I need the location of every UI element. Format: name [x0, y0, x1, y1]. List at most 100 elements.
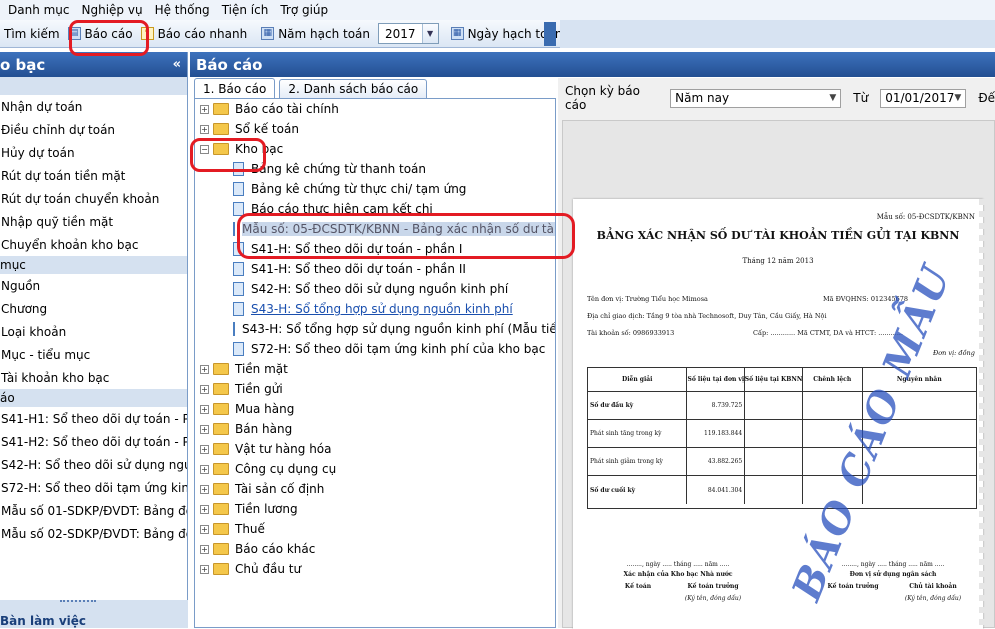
tree-node-kho-bac[interactable]: − Kho bạc — [195, 139, 555, 159]
resize-grip[interactable] — [60, 600, 96, 604]
tree-node[interactable]: + Báo cáo khác — [195, 539, 555, 559]
chevron-down-icon: ▼ — [829, 93, 837, 103]
tree-node[interactable]: + Sổ kế toán — [195, 119, 555, 139]
document-icon — [233, 262, 244, 276]
tree-node[interactable]: + Công cụ dụng cụ — [195, 459, 555, 479]
expand-icon[interactable]: + — [200, 404, 209, 414]
menu-danh-muc[interactable]: Danh mục — [8, 3, 70, 17]
expand-icon[interactable]: + — [200, 504, 209, 514]
tree-node[interactable]: + Tài sản cố định — [195, 479, 555, 499]
nav-item[interactable]: S41-H2: Sổ theo dõi dự toán - Phầ... — [0, 430, 187, 453]
nav-item[interactable]: Mẫu số 02-SDKP/ĐVDT: Bảng đối... — [0, 522, 187, 545]
nav-item[interactable]: S72-H: Sổ theo dõi tạm ứng kinh p... — [0, 476, 187, 499]
nav-item[interactable]: Chương — [0, 297, 187, 320]
search-button[interactable]: Tìm kiếm — [0, 22, 64, 46]
tree-node[interactable]: + Báo cáo tài chính — [195, 99, 555, 119]
date-left: ........, ngày ..... tháng ..... năm ...… — [626, 561, 730, 568]
table-row: Phát sinh giảm trong kỳ 43.882.265 — [588, 448, 976, 476]
nav-item[interactable]: S42-H: Sổ theo dõi sử dụng nguồn... — [0, 453, 187, 476]
tree-node[interactable]: + Chủ đầu tư — [195, 559, 555, 579]
document-icon — [233, 182, 244, 196]
menu-nghiep-vu[interactable]: Nghiệp vụ — [82, 3, 143, 17]
report-preview-panel: Chọn kỳ báo cáo Năm nay ▼ Từ 01/01/2017 ▼ … — [558, 78, 995, 629]
account-number: Tài khoản số: 0986933913 — [587, 329, 675, 337]
collapse-chevron-icon[interactable]: « — [173, 57, 181, 72]
report-button[interactable]: ▤ Báo cáo — [64, 22, 137, 46]
tree-node[interactable]: + Bán hàng — [195, 419, 555, 439]
tree-leaf[interactable]: S72-H: Sổ theo dõi tạm ứng kinh phí của … — [195, 339, 555, 359]
expand-icon[interactable]: + — [200, 104, 209, 114]
from-date-field[interactable]: 01/01/2017 ▼ — [880, 88, 967, 108]
nav-item[interactable]: Mục - tiểu mục — [0, 343, 187, 366]
chevron-down-icon: ▼ — [954, 93, 962, 103]
nav-item[interactable]: Điều chỉnh dự toán — [0, 118, 187, 141]
tree-leaf[interactable]: S43-H: Sổ tổng hợp sử dụng nguồn kinh ph… — [195, 319, 555, 339]
nav-item[interactable]: Mẫu số 01-SDKP/ĐVDT: Bảng đối... — [0, 499, 187, 522]
menu-tro-giup[interactable]: Trợ giúp — [280, 3, 328, 17]
expand-icon[interactable]: + — [200, 564, 209, 574]
expand-icon[interactable]: + — [200, 124, 209, 134]
tab-report-list[interactable]: 2. Danh sách báo cáo — [279, 79, 428, 98]
tree-leaf[interactable]: Bảng kê chứng từ thực chi/ tạm ứng — [195, 179, 555, 199]
nav-item[interactable]: Rút dự toán tiền mặt — [0, 164, 187, 187]
tree-node[interactable]: + Tiền mặt — [195, 359, 555, 379]
tree-node[interactable]: + Tiền lương — [195, 499, 555, 519]
group-header[interactable]: áo — [0, 389, 187, 407]
folder-icon — [213, 543, 229, 555]
tree-node[interactable]: + Vật tư hàng hóa — [195, 439, 555, 459]
to-label: Đế — [978, 91, 995, 105]
tree-node[interactable]: + Thuế — [195, 519, 555, 539]
confirm-right: Đơn vị sử dụng ngân sách — [849, 571, 937, 578]
tree-leaf-hover[interactable]: S43-H: Sổ tổng hợp sử dụng nguồn kinh ph… — [195, 299, 555, 319]
tree-leaf[interactable]: Bảng kê chứng từ thanh toán — [195, 159, 555, 179]
tree-leaf[interactable]: S41-H: Sổ theo dõi dự toán - phần I — [195, 239, 555, 259]
balance-table: Diễn giải Số liệu tại đơn vị Số liệu tại… — [587, 367, 977, 509]
report-preview[interactable]: Mẫu số: 05-ĐCSDTK/KBNN BẢNG XÁC NHẬN SỐ … — [562, 120, 995, 629]
expand-icon[interactable]: + — [200, 544, 209, 554]
tree-leaf-selected[interactable]: Mẫu số: 05-ĐCSDTK/KBNN - Bảng xác nhận s… — [195, 219, 555, 239]
nav-item[interactable]: Nhận dự toán — [0, 95, 187, 118]
folder-icon — [213, 523, 229, 535]
tree-leaf[interactable]: Báo cáo thực hiện cam kết chi — [195, 199, 555, 219]
expand-icon[interactable]: + — [200, 444, 209, 454]
tree-node[interactable]: + Tiền gửi — [195, 379, 555, 399]
confirm-left: Xác nhận của Kho bạc Nhà nước — [623, 571, 733, 578]
toolbar-overflow-handle[interactable] — [544, 22, 556, 46]
chevron-down-icon[interactable]: ▼ — [421, 24, 438, 43]
expand-icon[interactable]: + — [200, 524, 209, 534]
tree-leaf[interactable]: S42-H: Sổ theo dõi sử dụng nguồn kinh ph… — [195, 279, 555, 299]
main-panel-header: Báo cáo — [190, 52, 995, 77]
folder-icon — [213, 563, 229, 575]
tree-leaf[interactable]: S41-H: Sổ theo dõi dự toán - phần II — [195, 259, 555, 279]
fiscal-year-select[interactable]: 2017 ▼ — [378, 23, 439, 44]
qhns-code: Mã ĐVQHNS: 012345678 — [823, 295, 909, 303]
quick-report-button[interactable]: ϟ Báo cáo nhanh — [137, 22, 252, 46]
nav-item[interactable]: Hủy dự toán — [0, 141, 187, 164]
from-label: Từ — [853, 91, 869, 105]
nav-item[interactable]: Rút dự toán chuyển khoản — [0, 187, 187, 210]
group-header[interactable]: mục — [0, 256, 187, 274]
nav-item[interactable]: Chuyển khoản kho bạc — [0, 233, 187, 256]
collapse-icon[interactable]: − — [200, 144, 209, 154]
nav-item[interactable]: Nhập quỹ tiền mặt — [0, 210, 187, 233]
group-header[interactable] — [0, 77, 187, 95]
expand-icon[interactable]: + — [200, 464, 209, 474]
menu-tien-ich[interactable]: Tiện ích — [222, 3, 269, 17]
nav-item[interactable]: S41-H1: Sổ theo dõi dự toán - Phầ... — [0, 407, 187, 430]
torn-edge — [979, 199, 987, 629]
period-select[interactable]: Năm nay ▼ — [670, 88, 842, 108]
workspace-bar[interactable]: Bàn làm việc — [0, 600, 188, 628]
calendar-icon: ▦ — [261, 27, 275, 40]
expand-icon[interactable]: + — [200, 424, 209, 434]
document-icon — [233, 222, 235, 236]
tree-node[interactable]: + Mua hàng — [195, 399, 555, 419]
expand-icon[interactable]: + — [200, 484, 209, 494]
nav-item[interactable]: Tài khoản kho bạc — [0, 366, 187, 389]
nav-item[interactable]: Loại khoản — [0, 320, 187, 343]
menu-he-thong[interactable]: Hệ thống — [155, 3, 210, 17]
calendar-icon: ▦ — [450, 27, 464, 40]
tab-reports[interactable]: 1. Báo cáo — [194, 78, 276, 98]
expand-icon[interactable]: + — [200, 364, 209, 374]
expand-icon[interactable]: + — [200, 384, 209, 394]
nav-item[interactable]: Nguồn — [0, 274, 187, 297]
